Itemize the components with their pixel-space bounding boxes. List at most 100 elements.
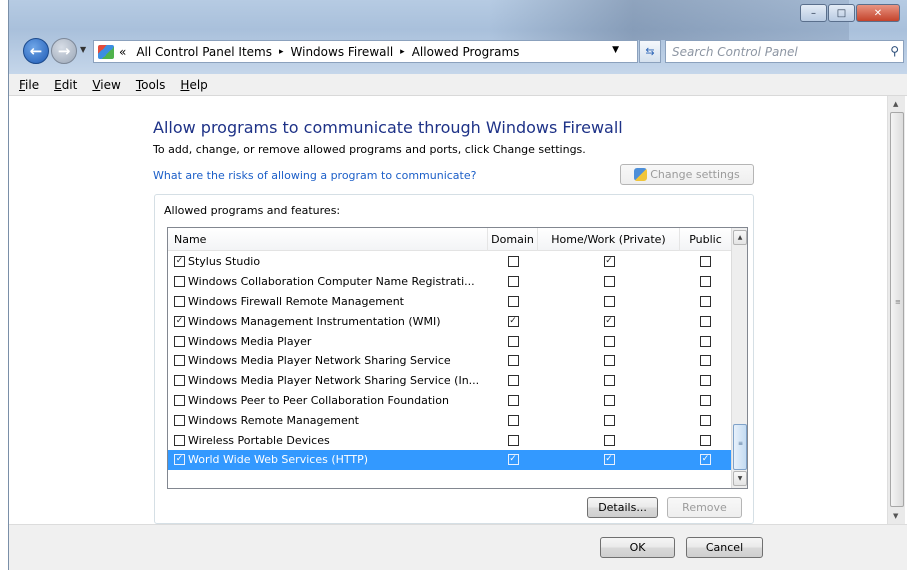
scroll-up-icon[interactable]: ▲ <box>733 230 747 245</box>
home-work-checkbox[interactable] <box>603 414 615 426</box>
program-enabled-checkbox[interactable] <box>174 276 185 288</box>
page-scroll-up-icon[interactable]: ▲ <box>893 100 898 108</box>
allowed-programs-list[interactable]: Name Domain Home/Work (Private) Public ✓… <box>167 227 748 489</box>
domain-checkbox[interactable] <box>507 355 519 367</box>
public-checkbox[interactable] <box>700 295 711 307</box>
breadcrumb-allowed-programs[interactable]: Allowed Programs <box>412 45 520 59</box>
back-button[interactable]: ← <box>23 38 49 64</box>
ok-button[interactable]: OK <box>600 537 675 558</box>
list-scroll-thumb[interactable]: ≡ <box>733 424 747 470</box>
table-row[interactable]: Windows Media Player <box>168 331 731 351</box>
minimize-button[interactable]: – <box>800 4 827 22</box>
public-checkbox[interactable] <box>700 375 711 387</box>
public-checkbox[interactable] <box>700 315 711 327</box>
program-enabled-checkbox[interactable]: ✓ <box>174 454 185 466</box>
scroll-down-icon[interactable]: ▼ <box>733 471 747 486</box>
home-work-checkbox[interactable] <box>603 335 615 347</box>
address-dropdown-icon[interactable]: ▼ <box>612 45 619 55</box>
change-settings-button[interactable]: Change settings <box>620 164 754 185</box>
table-row[interactable]: ✓ World Wide Web Services (HTTP) ✓ ✓ ✓ <box>168 449 731 470</box>
home-work-checkbox[interactable] <box>603 375 615 387</box>
details-button[interactable]: Details... <box>587 497 658 518</box>
forward-button[interactable]: → <box>51 38 77 64</box>
risks-link[interactable]: What are the risks of allowing a program… <box>153 169 476 182</box>
remove-button[interactable]: Remove <box>667 497 742 518</box>
search-icon[interactable]: ⚲ <box>890 44 899 58</box>
table-row[interactable]: Windows Media Player Network Sharing Ser… <box>168 371 731 391</box>
breadcrumb-all-control-panel-items[interactable]: All Control Panel Items <box>136 45 272 59</box>
domain-checkbox[interactable]: ✓ <box>507 315 519 327</box>
table-row[interactable]: Windows Remote Management <box>168 410 731 430</box>
program-enabled-checkbox[interactable] <box>174 394 185 406</box>
table-row[interactable]: Windows Media Player Network Sharing Ser… <box>168 351 731 371</box>
menu-view[interactable]: View <box>92 78 120 92</box>
table-row[interactable]: Windows Firewall Remote Management <box>168 292 731 312</box>
domain-checkbox[interactable] <box>507 335 519 347</box>
maximize-button[interactable]: □ <box>828 4 855 22</box>
home-work-checkbox[interactable] <box>603 394 615 406</box>
home-work-checkbox[interactable] <box>603 295 615 307</box>
table-row[interactable]: ✓ Windows Management Instrumentation (WMI… <box>168 311 731 331</box>
home-work-checkbox[interactable] <box>603 276 615 288</box>
breadcrumb-separator-icon[interactable]: ▸ <box>400 47 405 57</box>
column-home-work[interactable]: Home/Work (Private) <box>538 228 680 251</box>
cancel-button[interactable]: Cancel <box>686 537 763 558</box>
program-enabled-checkbox[interactable] <box>174 434 185 446</box>
public-checkbox[interactable] <box>700 276 711 288</box>
recent-pages-dropdown-icon[interactable]: ▼ <box>80 45 86 54</box>
menu-help[interactable]: Help <box>180 78 207 92</box>
column-name[interactable]: Name <box>168 228 488 251</box>
domain-checkbox[interactable] <box>507 276 519 288</box>
page-scrollbar[interactable]: ▲ ≡ ▼ <box>887 96 905 524</box>
public-checkbox[interactable] <box>700 394 711 406</box>
address-bar[interactable]: « All Control Panel Items ▸ Windows Fire… <box>93 40 638 63</box>
column-domain[interactable]: Domain <box>488 228 538 251</box>
domain-checkbox[interactable] <box>507 414 519 426</box>
page-title: Allow programs to communicate through Wi… <box>153 118 623 137</box>
program-enabled-checkbox[interactable] <box>174 295 185 307</box>
table-row[interactable]: Windows Peer to Peer Collaboration Found… <box>168 391 731 411</box>
home-work-checkbox[interactable] <box>603 355 615 367</box>
list-scrollbar[interactable]: ▲ ≡ ▼ <box>731 228 747 488</box>
menu-tools[interactable]: Tools <box>136 78 166 92</box>
domain-checkbox[interactable] <box>507 375 519 387</box>
refresh-button[interactable]: ⇆ <box>639 40 661 63</box>
domain-checkbox[interactable] <box>507 434 519 446</box>
program-enabled-checkbox[interactable] <box>174 355 185 367</box>
home-work-cell <box>538 331 680 351</box>
page-scroll-down-icon[interactable]: ▼ <box>893 512 898 520</box>
public-checkbox[interactable] <box>700 335 711 347</box>
menu-edit[interactable]: Edit <box>54 78 77 92</box>
search-input[interactable]: Search Control Panel ⚲ <box>665 40 904 63</box>
table-row[interactable]: Windows Collaboration Computer Name Regi… <box>168 272 731 292</box>
breadcrumb-separator-icon[interactable]: ▸ <box>279 47 284 57</box>
close-button[interactable]: ✕ <box>856 4 900 22</box>
table-row[interactable]: ✓ Stylus Studio ✓ <box>168 252 731 272</box>
home-work-checkbox[interactable] <box>603 434 615 446</box>
public-checkbox[interactable] <box>700 355 711 367</box>
program-name: Windows Peer to Peer Collaboration Found… <box>188 393 449 407</box>
program-enabled-checkbox[interactable] <box>174 414 185 426</box>
program-enabled-checkbox[interactable]: ✓ <box>174 256 185 268</box>
breadcrumb-overflow[interactable]: « <box>119 45 126 59</box>
domain-checkbox[interactable] <box>507 256 519 268</box>
menu-file[interactable]: File <box>19 78 39 92</box>
domain-checkbox[interactable] <box>507 295 519 307</box>
public-checkbox[interactable] <box>700 256 711 268</box>
home-work-checkbox[interactable]: ✓ <box>603 256 615 268</box>
program-enabled-checkbox[interactable] <box>174 335 185 347</box>
public-checkbox[interactable] <box>700 434 711 446</box>
column-public[interactable]: Public <box>680 228 731 251</box>
domain-checkbox[interactable]: ✓ <box>507 454 519 466</box>
breadcrumb-windows-firewall[interactable]: Windows Firewall <box>291 45 394 59</box>
program-enabled-checkbox[interactable]: ✓ <box>174 315 185 327</box>
program-enabled-checkbox[interactable] <box>174 375 185 387</box>
table-row[interactable]: Wireless Portable Devices <box>168 430 731 450</box>
public-checkbox[interactable] <box>700 414 711 426</box>
home-work-checkbox[interactable]: ✓ <box>603 454 615 466</box>
arrow-left-icon: ← <box>29 42 43 60</box>
page-scroll-thumb[interactable]: ≡ <box>890 112 904 507</box>
public-checkbox[interactable]: ✓ <box>700 454 711 466</box>
domain-checkbox[interactable] <box>507 394 519 406</box>
home-work-checkbox[interactable]: ✓ <box>603 315 615 327</box>
